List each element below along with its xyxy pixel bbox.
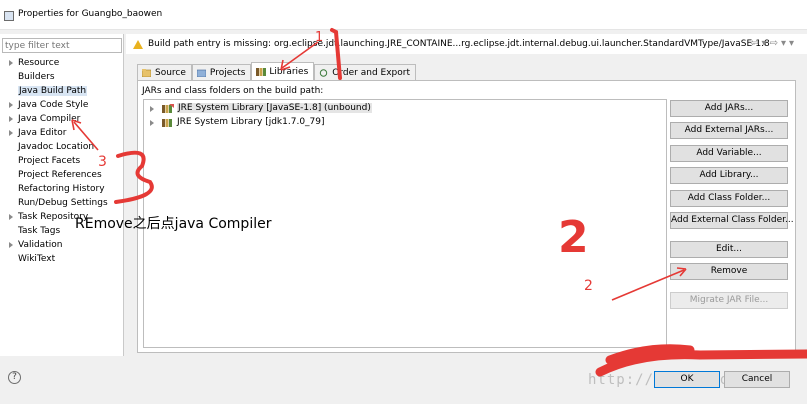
add-jars-button[interactable]: Add JARs... [670,100,788,117]
library-entry-jre-1-8[interactable]: JRE System Library [JavaSE-1.8] (unbound… [146,102,372,115]
nav-item-java-code-style[interactable]: Java Code Style [4,98,108,112]
project-icon [196,69,207,77]
tab-order-and-export[interactable]: Order and Export [314,64,416,80]
filter-input[interactable] [2,38,122,53]
tab-source[interactable]: Source [137,64,192,80]
window-close-button[interactable] [789,0,807,30]
ok-button[interactable]: OK [654,371,720,388]
source-folder-icon [141,68,152,77]
property-page-list: Resource Builders Java Build Path Java C… [4,56,108,266]
nav-item-validation[interactable]: Validation [4,238,108,252]
page-header: Build path entry is missing: org.eclipse… [126,34,807,54]
nav-item-java-compiler[interactable]: Java Compiler [4,112,108,126]
libraries-icon [256,67,267,76]
dialog-footer: ? http://blog.csdn.net/ OK Cancel [0,356,807,404]
tab-libraries[interactable]: Libraries [251,62,315,80]
window-title: Properties for Guangbo_baowen [18,9,163,19]
add-library-button[interactable]: Add Library... [670,167,788,184]
annotation-number-2-large: 2 [558,212,589,263]
nav-item-run-debug-settings[interactable]: Run/Debug Settings [4,196,108,210]
title-bar: Properties for Guangbo_baowen [0,0,807,30]
nav-item-resource[interactable]: Resource [4,56,108,70]
migrate-jar-button: Migrate JAR File... [670,292,788,309]
library-icon [162,118,174,127]
cancel-button[interactable]: Cancel [724,371,790,388]
order-export-icon [319,68,328,77]
remove-button[interactable]: Remove [670,263,788,280]
build-path-label: JARs and class folders on the build path… [142,86,324,96]
add-class-folder-button[interactable]: Add Class Folder... [670,190,788,207]
annotation-number-1: 1 [315,30,324,45]
library-error-icon [162,104,174,113]
library-entry-jdk-1-7[interactable]: JRE System Library [jdk1.7.0_79] [146,116,325,129]
nav-item-wikitext[interactable]: WikiText [4,252,108,266]
nav-item-java-editor[interactable]: Java Editor [4,126,108,140]
property-page-tree: Resource Builders Java Build Path Java C… [0,34,124,356]
add-external-class-folder-button[interactable]: Add External Class Folder... [670,212,794,229]
nav-item-javadoc-location[interactable]: Javadoc Location [4,140,108,154]
build-path-warning: Build path entry is missing: org.eclipse… [148,39,770,49]
nav-item-refactoring-history[interactable]: Refactoring History [4,182,108,196]
expand-arrow-icon[interactable] [150,120,154,126]
annotation-caption: REmove之后点java Compiler [75,216,272,232]
annotation-number-2: 2 [584,278,593,294]
tab-strip: Source Projects Libraries Order and Expo… [137,62,416,80]
nav-item-builders[interactable]: Builders [4,70,108,84]
app-icon [4,11,14,21]
nav-item-project-references[interactable]: Project References [4,168,108,182]
expand-arrow-icon[interactable] [150,106,154,112]
edit-button[interactable]: Edit... [670,241,788,258]
add-variable-button[interactable]: Add Variable... [670,145,788,162]
warning-icon [133,40,143,49]
history-nav-arrows[interactable]: ⇦▾⇨▾▾ [750,38,797,49]
annotation-number-3: 3 [98,154,107,170]
nav-item-java-build-path[interactable]: Java Build Path [4,84,108,98]
nav-item-project-facets[interactable]: Project Facets [4,154,108,168]
help-icon[interactable]: ? [8,371,21,384]
tab-projects[interactable]: Projects [191,64,252,80]
add-external-jars-button[interactable]: Add External JARs... [670,122,788,139]
